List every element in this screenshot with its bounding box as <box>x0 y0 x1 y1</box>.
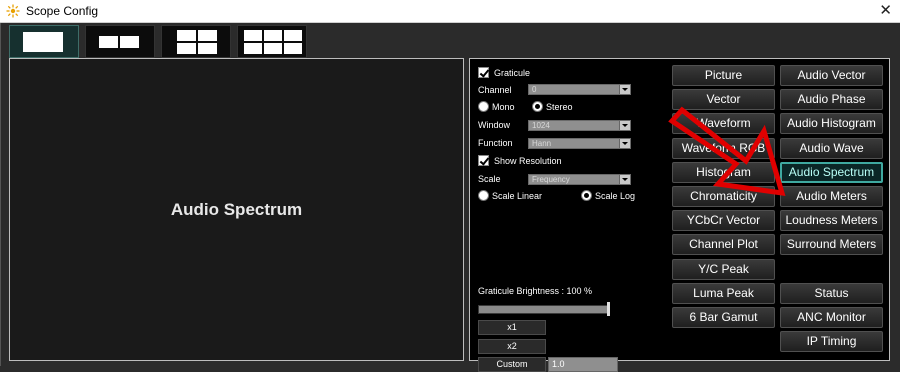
chevron-down-icon <box>619 121 630 130</box>
stereo-radio[interactable] <box>532 101 543 112</box>
graticule-label: Graticule <box>494 68 531 78</box>
function-dropdown[interactable]: Hann <box>528 138 631 149</box>
settings-panel: Graticule Channel 0 Mono Stereo Window 1… <box>469 58 890 372</box>
scale-value: Frequency <box>532 175 570 184</box>
function-value: Hann <box>532 139 552 148</box>
scope-button-histogram[interactable]: Histogram <box>672 162 775 183</box>
chevron-down-icon <box>619 85 630 94</box>
scope-button-ip-timing[interactable]: IP Timing <box>780 331 883 352</box>
window-label: Window <box>478 120 511 130</box>
window-client: Audio Spectrum Graticule Channel 0 Mono … <box>0 23 900 372</box>
graticule-checkbox[interactable] <box>478 67 489 78</box>
window-dropdown[interactable]: 1024 <box>528 120 631 131</box>
scope-button-y-c-peak[interactable]: Y/C Peak <box>672 259 775 280</box>
scope-preview[interactable]: Audio Spectrum <box>9 58 464 361</box>
channel-label: Channel <box>478 85 512 95</box>
channel-value: 0 <box>532 85 537 94</box>
custom-button[interactable]: Custom <box>478 357 546 372</box>
scope-button-luma-peak[interactable]: Luma Peak <box>672 283 775 304</box>
scope-button-chromaticity[interactable]: Chromaticity <box>672 186 775 207</box>
scope-button-surround-meters[interactable]: Surround Meters <box>780 234 883 255</box>
scale-log-radio[interactable] <box>581 190 592 201</box>
scope-button-6-bar-gamut[interactable]: 6 Bar Gamut <box>672 307 775 328</box>
graticule-brightness-slider[interactable] <box>478 305 608 314</box>
mono-radio[interactable] <box>478 101 489 112</box>
function-label: Function <box>478 138 513 148</box>
scale-label: Scale <box>478 174 501 184</box>
stereo-label: Stereo <box>546 102 573 112</box>
scope-button-audio-meters[interactable]: Audio Meters <box>780 186 883 207</box>
scope-button-anc-monitor[interactable]: ANC Monitor <box>780 307 883 328</box>
scope-button-waveform[interactable]: Waveform <box>672 113 775 134</box>
layout-six-grid-button[interactable] <box>237 25 307 58</box>
close-icon[interactable]: ✕ <box>879 1 892 21</box>
scope-button-ycbcr-vector[interactable]: YCbCr Vector <box>672 210 775 231</box>
scope-button-picture[interactable]: Picture <box>672 65 775 86</box>
show-resolution-label: Show Resolution <box>494 156 562 166</box>
scope-button-loudness-meters[interactable]: Loudness Meters <box>780 210 883 231</box>
chevron-down-icon <box>619 175 630 184</box>
preview-label: Audio Spectrum <box>170 200 303 219</box>
scope-button-audio-spectrum[interactable]: Audio Spectrum <box>780 162 883 183</box>
custom-zoom-input[interactable]: 1.0 <box>548 357 618 372</box>
scope-button-waveform-rgb[interactable]: Waveform RGB <box>672 138 775 159</box>
scope-button-audio-phase[interactable]: Audio Phase <box>780 89 883 110</box>
channel-dropdown[interactable]: 0 <box>528 84 631 95</box>
title-bar: Scope Config ✕ <box>0 0 900 23</box>
layout-two-column-button[interactable] <box>85 25 155 58</box>
x1-button[interactable]: x1 <box>478 320 546 335</box>
scope-button-audio-wave[interactable]: Audio Wave <box>780 138 883 159</box>
scale-linear-radio[interactable] <box>478 190 489 201</box>
layout-single-button[interactable] <box>9 25 79 58</box>
scope-button-vector[interactable]: Vector <box>672 89 775 110</box>
x2-button[interactable]: x2 <box>478 339 546 354</box>
window-value: 1024 <box>532 121 550 130</box>
scope-button-channel-plot[interactable]: Channel Plot <box>672 234 775 255</box>
show-resolution-checkbox[interactable] <box>478 155 489 166</box>
slider-handle[interactable] <box>607 302 610 316</box>
layout-four-grid-button[interactable] <box>161 25 231 58</box>
scope-button-status[interactable]: Status <box>780 283 883 304</box>
chevron-down-icon <box>619 139 630 148</box>
mono-label: Mono <box>492 102 515 112</box>
graticule-brightness-label: Graticule Brightness : 100 % <box>478 286 593 296</box>
scope-button-audio-vector[interactable]: Audio Vector <box>780 65 883 86</box>
window-title: Scope Config <box>26 4 99 18</box>
scale-dropdown[interactable]: Frequency <box>528 174 631 185</box>
scale-linear-label: Scale Linear <box>492 191 543 201</box>
scope-config-app-icon <box>6 4 20 18</box>
layout-single-icon <box>23 32 63 52</box>
scale-log-label: Scale Log <box>595 191 636 201</box>
slider-fill <box>479 306 607 313</box>
scope-button-audio-histogram[interactable]: Audio Histogram <box>780 113 883 134</box>
